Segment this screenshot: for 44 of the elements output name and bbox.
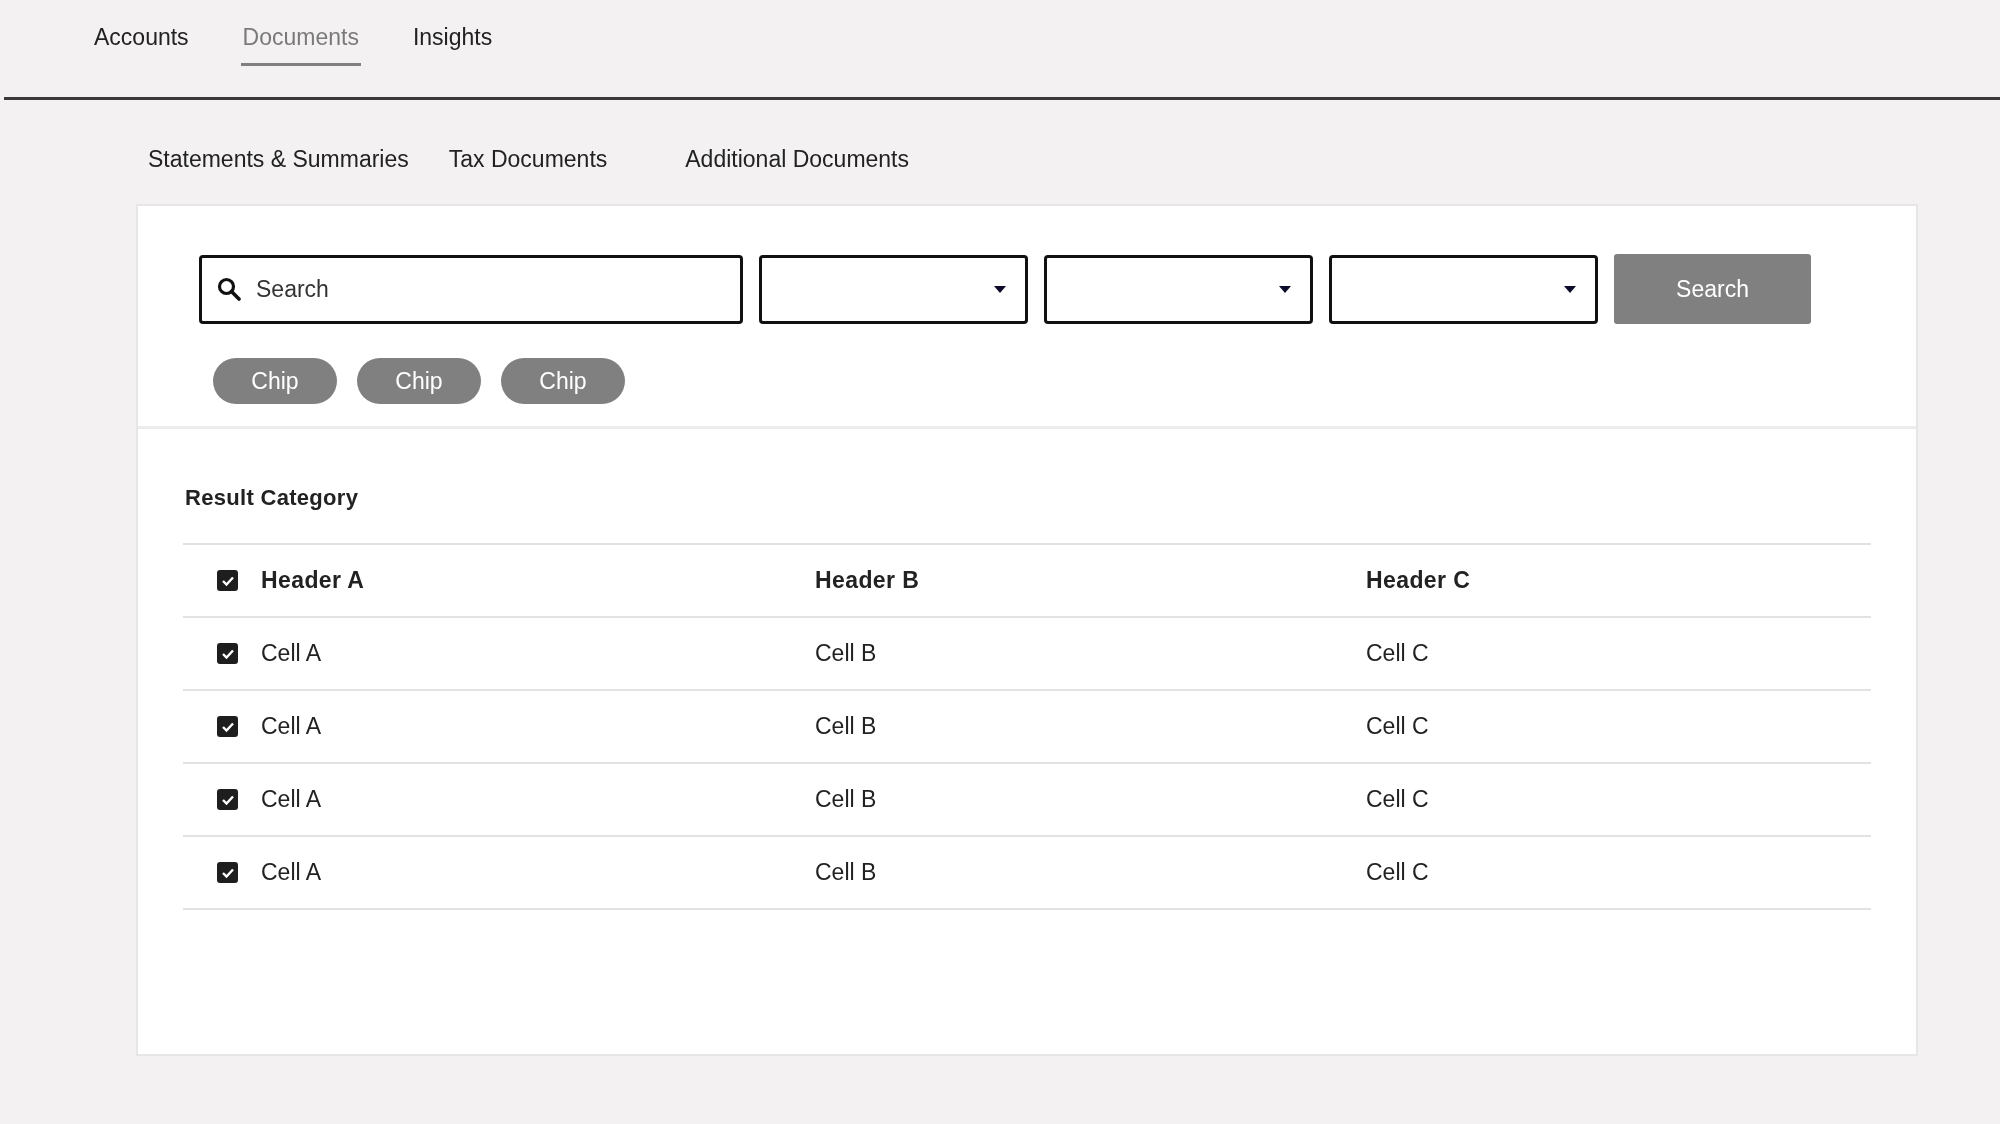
table-cell: Cell C [1366, 713, 1429, 739]
search-field[interactable]: Search [199, 254, 743, 324]
section-title: Result Category [185, 485, 360, 512]
checkbox[interactable] [217, 716, 238, 737]
check-icon [220, 574, 235, 587]
table-cell: Cell B [815, 859, 877, 885]
sub-tab[interactable]: Tax Documents [448, 144, 608, 174]
table-cell: Cell B [815, 713, 877, 739]
caret-icon [1278, 284, 1292, 294]
chip[interactable]: Chip [501, 358, 625, 404]
dropdown[interactable] [1044, 254, 1313, 324]
search-icon [217, 276, 241, 301]
nav-tab[interactable]: Documents [240, 0, 361, 66]
column-header: Header A [261, 567, 365, 594]
caret-icon [1563, 284, 1577, 294]
caret-icon [993, 284, 1007, 294]
table-cell: Cell A [261, 786, 322, 813]
dropdown[interactable] [759, 254, 1028, 324]
sub-tab[interactable]: Statements & Summaries [148, 144, 409, 174]
chip[interactable]: Chip [357, 358, 481, 404]
table-cell: Cell A [261, 713, 322, 740]
sub-tab[interactable]: Additional Documents [685, 144, 909, 174]
table-cell: Cell B [815, 786, 877, 812]
column-header: Header B [815, 567, 920, 593]
table-cell: Cell A [261, 640, 322, 667]
table-cell: Cell A [261, 859, 322, 886]
dropdown[interactable] [1329, 254, 1598, 324]
chip[interactable]: Chip [213, 358, 337, 404]
table-cell: Cell C [1366, 640, 1429, 666]
check-icon [220, 793, 235, 806]
nav-tab[interactable]: Accounts [92, 0, 191, 66]
table-cell: Cell C [1366, 786, 1429, 812]
table-cell: Cell C [1366, 859, 1429, 885]
checkbox[interactable] [217, 570, 238, 591]
checkbox[interactable] [217, 862, 238, 883]
column-header: Header C [1366, 567, 1471, 593]
checkbox[interactable] [217, 643, 238, 664]
table-cell: Cell B [815, 640, 877, 666]
nav-tab[interactable]: Insights [410, 0, 495, 66]
search-button[interactable]: Search [1614, 254, 1811, 324]
check-icon [220, 866, 235, 879]
checkbox[interactable] [217, 789, 238, 810]
check-icon [220, 647, 235, 660]
check-icon [220, 720, 235, 733]
